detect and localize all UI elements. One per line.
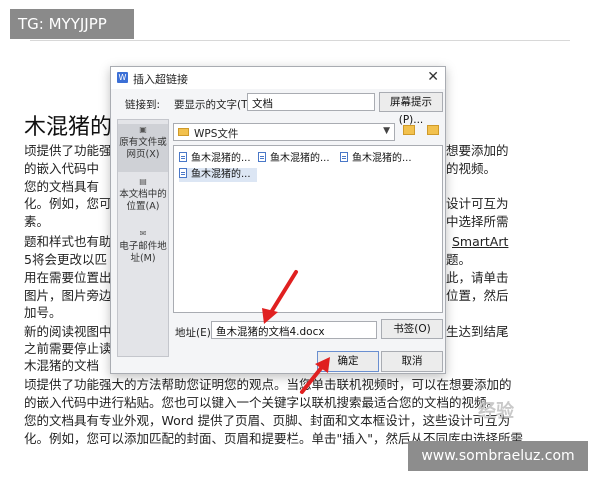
annotation-arrows — [262, 270, 330, 394]
site-watermark: www.sombraeluz.com — [408, 441, 588, 471]
arrow-to-ok — [300, 357, 330, 394]
arrow-to-address — [262, 270, 298, 324]
